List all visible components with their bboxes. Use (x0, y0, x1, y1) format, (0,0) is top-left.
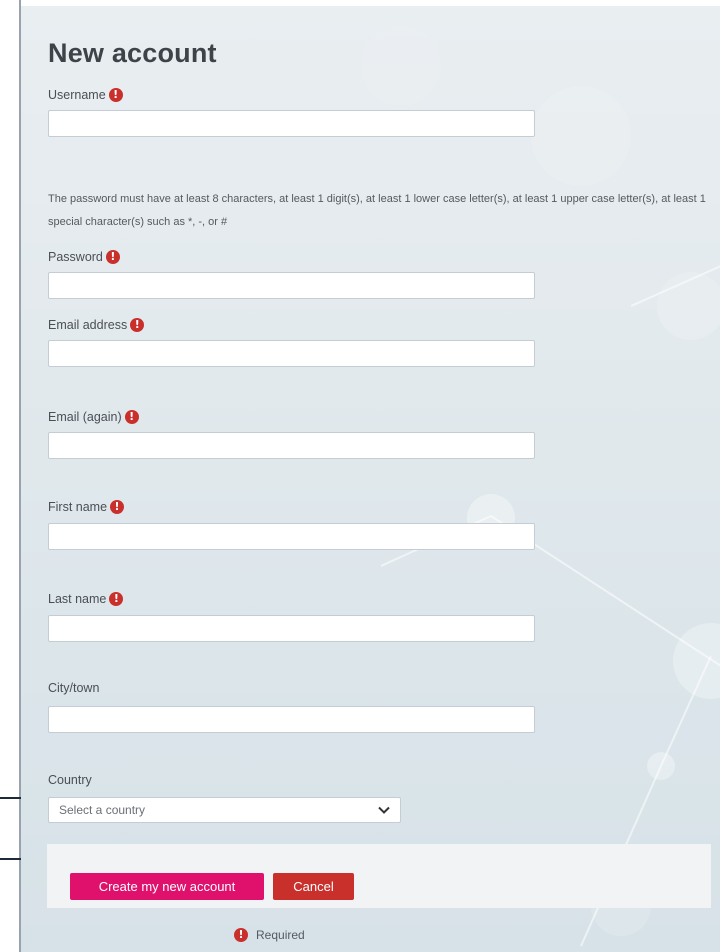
email-again-label-text: Email (again) (48, 410, 122, 424)
country-label: Country (48, 773, 92, 787)
password-input[interactable] (48, 272, 535, 299)
password-label: Password ! (48, 250, 120, 264)
required-legend-text: Required (256, 928, 305, 942)
password-label-text: Password (48, 250, 103, 264)
city-label-text: City/town (48, 681, 100, 695)
email-input[interactable] (48, 340, 535, 367)
last-name-label-text: Last name (48, 592, 107, 606)
page-title: New account (48, 38, 217, 68)
username-input[interactable] (48, 110, 535, 137)
country-select-value: Select a country (59, 803, 146, 817)
form-actions-bar: Create my new account Cancel (47, 844, 711, 908)
country-label-text: Country (48, 773, 92, 787)
required-icon: ! (234, 928, 248, 942)
email-again-label: Email (again) ! (48, 410, 139, 424)
cancel-button[interactable]: Cancel (273, 873, 354, 900)
password-policy-help: The password must have at least 8 charac… (48, 193, 706, 228)
city-input[interactable] (48, 706, 535, 733)
required-icon: ! (109, 592, 124, 606)
first-name-label: First name ! (48, 500, 125, 514)
last-name-label: Last name ! (48, 592, 124, 606)
last-name-input[interactable] (48, 615, 535, 642)
signup-form-panel: New account Username ! The password must… (21, 6, 720, 952)
email-again-input[interactable] (48, 432, 535, 459)
required-icon: ! (124, 410, 139, 424)
email-label-text: Email address (48, 318, 128, 332)
required-icon: ! (105, 250, 120, 264)
required-legend: ! Required (234, 928, 305, 942)
create-account-button[interactable]: Create my new account (70, 873, 264, 900)
chevron-down-icon (378, 806, 390, 814)
country-select[interactable]: Select a country (48, 797, 401, 823)
required-icon: ! (108, 88, 123, 102)
email-label: Email address ! (48, 318, 145, 332)
first-name-label-text: First name (48, 500, 108, 514)
city-label: City/town (48, 681, 99, 695)
username-label-text: Username (48, 88, 106, 102)
required-icon: ! (110, 500, 125, 514)
required-icon: ! (130, 318, 145, 332)
username-label: Username ! (48, 88, 123, 102)
first-name-input[interactable] (48, 523, 535, 550)
